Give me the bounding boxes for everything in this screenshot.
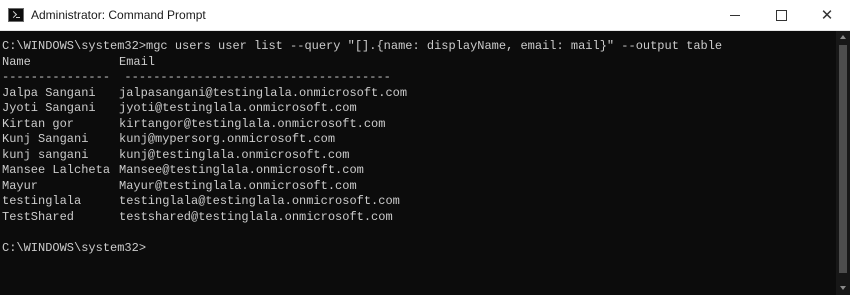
table-header: Name Email <box>2 55 836 71</box>
row-name: TestShared <box>2 209 75 224</box>
close-button[interactable]: ✕ <box>804 0 850 31</box>
row-email: jyoti@testinglala.onmicrosoft.com <box>119 101 357 115</box>
table-rows: Jalpa Sangani jalpasangani@testinglala.on… <box>2 86 836 226</box>
maximize-icon <box>775 10 787 21</box>
row-email: kunj@mypersorg.onmicrosoft.com <box>119 132 336 146</box>
table-row: Mayur Mayur@testinglala.onmicrosoft.com <box>2 179 836 195</box>
title-bar[interactable]: Administrator: Command Prompt ✕ <box>0 0 850 31</box>
table-row: kunj sangani kunj@testinglala.onmicrosoft… <box>2 148 836 164</box>
table-row: testinglala testinglala@testinglala.onmic… <box>2 194 836 210</box>
row-name: testinglala <box>2 194 82 208</box>
row-name: Mayur <box>2 178 39 193</box>
row-name: Kirtan gor <box>2 116 75 131</box>
command-line: C:\WINDOWS\system32>mgc users user list … <box>2 39 723 53</box>
row-email: testinglala@testinglala.onmicrosoft.com <box>119 194 400 208</box>
vertical-scrollbar[interactable] <box>836 31 850 295</box>
window-title: Administrator: Command Prompt <box>31 8 206 22</box>
row-name: Jyoti Sangani <box>2 101 96 115</box>
row-name: Jalpa Sangani <box>2 85 96 100</box>
header-name: Name <box>2 54 31 69</box>
table-separator: --------------- ------------------------… <box>2 70 391 84</box>
console-output[interactable]: C:\WINDOWS\system32>mgc users user list … <box>0 31 836 295</box>
row-name: Kunj Sangani <box>2 132 89 146</box>
row-email: kunj@testinglala.onmicrosoft.com <box>119 147 350 162</box>
window-controls: ✕ <box>712 0 850 31</box>
row-name: kunj sangani <box>2 147 89 162</box>
table-row: Kirtan gor kirtangor@testinglala.onmicros… <box>2 117 836 133</box>
cmd-icon <box>8 8 24 22</box>
table-row: Jalpa Sangani jalpasangani@testinglala.on… <box>2 86 836 102</box>
prompt-line: C:\WINDOWS\system32> <box>2 240 147 255</box>
row-email: jalpasangani@testinglala.onmicrosoft.com <box>119 85 408 100</box>
row-name: Mansee Lalcheta <box>2 163 111 177</box>
row-email: kirtangor@testinglala.onmicrosoft.com <box>119 116 386 131</box>
table-row: Jyoti Sangani jyoti@testinglala.onmicroso… <box>2 101 836 117</box>
table-row: Kunj Sangani kunj@mypersorg.onmicrosoft.c… <box>2 132 836 148</box>
table-row: TestShared testshared@testinglala.onmicro… <box>2 210 836 226</box>
header-email: Email <box>119 54 156 69</box>
scroll-down-arrow-icon[interactable] <box>840 286 846 290</box>
row-email: testshared@testinglala.onmicrosoft.com <box>119 209 393 224</box>
row-email: Mansee@testinglala.onmicrosoft.com <box>119 163 364 177</box>
minimize-button[interactable] <box>712 0 758 31</box>
table-row: Mansee Lalcheta Mansee@testinglala.onmicr… <box>2 163 836 179</box>
minimize-icon <box>730 15 740 16</box>
maximize-button[interactable] <box>758 0 804 31</box>
row-email: Mayur@testinglala.onmicrosoft.com <box>119 178 357 193</box>
scrollbar-thumb[interactable] <box>839 45 847 273</box>
close-icon: ✕ <box>820 6 834 24</box>
scroll-up-arrow-icon[interactable] <box>840 35 846 39</box>
